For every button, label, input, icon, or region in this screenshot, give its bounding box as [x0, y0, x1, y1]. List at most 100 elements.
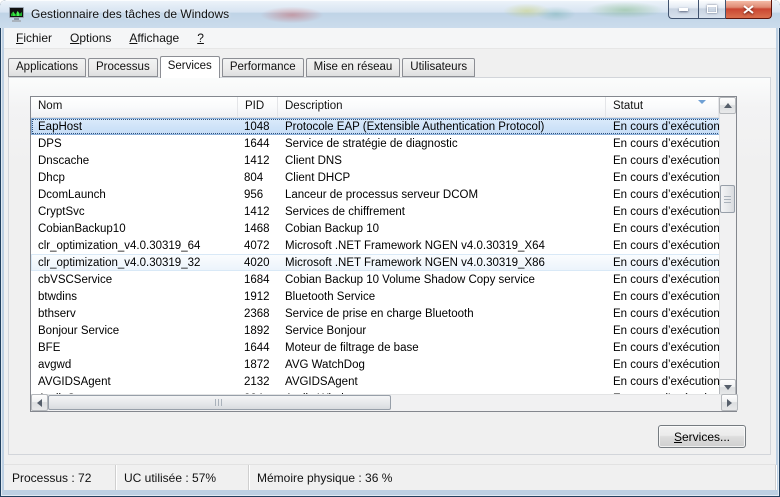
scroll-right-button[interactable] [721, 394, 738, 411]
cell-statut: En cours d’exécution [606, 240, 721, 252]
vertical-scroll-thumb[interactable] [720, 185, 735, 213]
menu-fichier[interactable]: Fichier [7, 28, 61, 48]
table-row[interactable]: CryptSvc1412Services de chiffrementEn co… [31, 203, 721, 220]
horizontal-scrollbar[interactable] [31, 394, 738, 411]
cell-nom: BFE [31, 342, 238, 354]
cell-description: Services de chiffrement [278, 206, 606, 218]
table-row[interactable]: clr_optimization_v4.0.30319_324020Micros… [31, 254, 721, 271]
table-row[interactable]: AVGIDSAgent2132AVGIDSAgentEn cours d’exé… [31, 373, 721, 390]
tab-mise-en-reseau[interactable]: Mise en réseau [306, 58, 401, 77]
arrow-down-icon [724, 385, 732, 390]
cell-nom: clr_optimization_v4.0.30319_64 [31, 240, 238, 252]
cell-description: Service de stratégie de diagnostic [278, 138, 606, 150]
cell-pid: 2132 [238, 376, 278, 388]
cell-nom: DcomLaunch [31, 189, 238, 201]
cell-pid: 1644 [238, 138, 278, 150]
cell-statut: En cours d’exécution [606, 274, 721, 286]
cell-statut: En cours d’exécution [606, 121, 721, 133]
menu-aide[interactable]: ? [188, 28, 213, 48]
title-bar[interactable]: Gestionnaire des tâches de Windows [0, 0, 780, 28]
scroll-up-button[interactable] [719, 97, 736, 114]
maximize-button[interactable] [698, 0, 726, 19]
cell-pid: 2368 [238, 308, 278, 320]
col-statut[interactable]: Statut [606, 97, 719, 117]
table-row[interactable]: EapHost1048Protocole EAP (Extensible Aut… [31, 118, 721, 135]
tab-processus[interactable]: Processus [88, 58, 158, 77]
cell-pid: 1468 [238, 223, 278, 235]
cell-description: Cobian Backup 10 [278, 223, 606, 235]
menu-options[interactable]: Options [61, 28, 120, 48]
cell-pid: 1412 [238, 155, 278, 167]
cell-description: AVG WatchDog [278, 359, 606, 371]
thumb-grip-icon [215, 399, 223, 406]
cell-pid: 4020 [238, 257, 278, 269]
table-row[interactable]: DcomLaunch956Lanceur de processus serveu… [31, 186, 721, 203]
table-row[interactable]: CobianBackup101468Cobian Backup 10En cou… [31, 220, 721, 237]
cell-pid: 1872 [238, 359, 278, 371]
cell-description: Protocole EAP (Extensible Authentication… [278, 121, 606, 133]
cell-description: Cobian Backup 10 Volume Shadow Copy serv… [278, 274, 606, 286]
cell-description: Moteur de filtrage de base [278, 342, 606, 354]
services-button[interactable]: Services... [658, 425, 746, 448]
services-tab-page: NomPIDDescriptionStatut EapHost1048Proto… [8, 77, 771, 455]
col-pid[interactable]: PID [238, 97, 278, 117]
window-title: Gestionnaire des tâches de Windows [31, 7, 229, 21]
arrow-left-icon [37, 399, 42, 407]
col-description[interactable]: Description [278, 97, 606, 117]
minimize-button[interactable] [668, 0, 698, 19]
client-area: ApplicationsProcessusServicesPerformance… [4, 49, 776, 464]
cell-pid: 1644 [238, 342, 278, 354]
cell-nom: clr_optimization_v4.0.30319_32 [31, 257, 238, 269]
table-row[interactable]: cbVSCService1684Cobian Backup 10 Volume … [31, 271, 721, 288]
cell-nom: btwdins [31, 291, 238, 303]
tab-utilisateurs[interactable]: Utilisateurs [402, 58, 475, 77]
cell-statut: En cours d’exécution [606, 172, 721, 184]
table-row[interactable]: BFE1644Moteur de filtrage de baseEn cour… [31, 339, 721, 356]
cell-nom: DPS [31, 138, 238, 150]
table-row[interactable]: avgwd1872AVG WatchDogEn cours d’exécutio… [31, 356, 721, 373]
maximize-icon [707, 5, 717, 13]
thumb-grip-icon [724, 196, 731, 203]
horizontal-scroll-thumb[interactable] [48, 395, 391, 410]
tab-services[interactable]: Services [160, 56, 220, 78]
cell-pid: 804 [238, 172, 278, 184]
status-bar: Processus : 72UC utilisée : 57%Mémoire p… [4, 464, 776, 490]
cell-statut: En cours d’exécution [606, 376, 721, 388]
table-row[interactable]: DPS1644Service de stratégie de diagnosti… [31, 135, 721, 152]
tab-performance[interactable]: Performance [222, 58, 304, 77]
minimize-icon [679, 8, 688, 11]
table-row[interactable]: bthserv2368Service de prise en charge Bl… [31, 305, 721, 322]
cell-description: Bluetooth Service [278, 291, 606, 303]
service-table-body: EapHost1048Protocole EAP (Extensible Aut… [31, 118, 721, 396]
cell-statut: En cours d’exécution [606, 155, 721, 167]
cell-statut: En cours d’exécution [606, 206, 721, 218]
cell-pid: 1912 [238, 291, 278, 303]
cell-nom: EapHost [31, 121, 238, 133]
col-nom[interactable]: Nom [31, 97, 238, 117]
table-row[interactable]: Dhcp804Client DHCPEn cours d’exécution [31, 169, 721, 186]
scroll-left-button[interactable] [31, 394, 48, 411]
cell-nom: Dhcp [31, 172, 238, 184]
cell-description: Client DNS [278, 155, 606, 167]
sort-arrow-icon [698, 100, 706, 104]
cell-statut: En cours d’exécution [606, 138, 721, 150]
vertical-scrollbar[interactable] [719, 97, 736, 396]
cell-statut: En cours d’exécution [606, 342, 721, 354]
task-manager-window: Gestionnaire des tâches de Windows Fichi… [0, 0, 780, 497]
table-row[interactable]: Dnscache1412Client DNSEn cours d’exécuti… [31, 152, 721, 169]
menu-bar: FichierOptionsAffichage? [4, 28, 776, 49]
table-row[interactable]: clr_optimization_v4.0.30319_644072Micros… [31, 237, 721, 254]
menu-affichage[interactable]: Affichage [120, 28, 188, 48]
close-icon [743, 5, 754, 14]
service-table-header: NomPIDDescriptionStatut [31, 97, 719, 118]
cell-nom: AVGIDSAgent [31, 376, 238, 388]
cell-nom: Dnscache [31, 155, 238, 167]
tab-applications[interactable]: Applications [8, 58, 86, 77]
cell-pid: 4072 [238, 240, 278, 252]
cell-statut: En cours d’exécution [606, 325, 721, 337]
table-row[interactable]: btwdins1912Bluetooth ServiceEn cours d’e… [31, 288, 721, 305]
cell-description: Service Bonjour [278, 325, 606, 337]
table-row[interactable]: Bonjour Service1892Service BonjourEn cou… [31, 322, 721, 339]
close-button[interactable] [726, 0, 772, 19]
cell-statut: En cours d’exécution [606, 308, 721, 320]
